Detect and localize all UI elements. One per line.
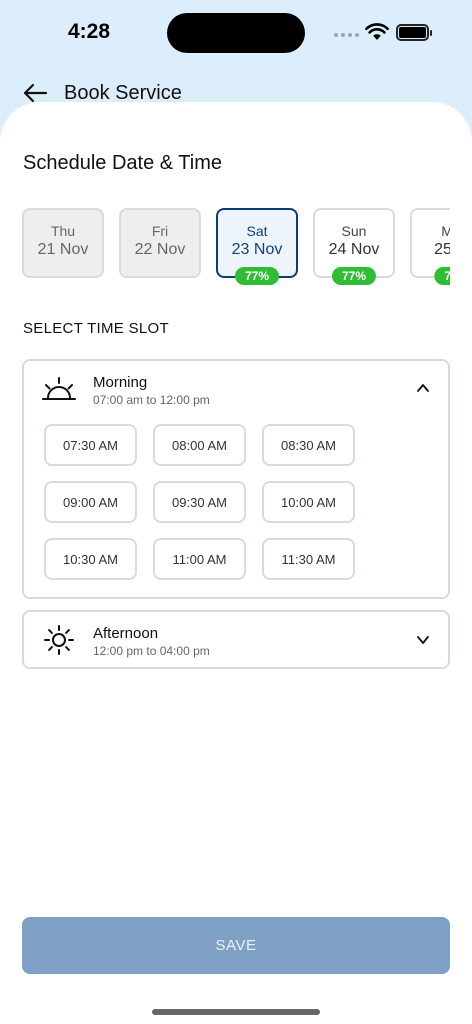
- date-card[interactable]: Thu 21 Nov: [22, 208, 104, 278]
- time-slot[interactable]: 10:00 AM: [262, 481, 355, 523]
- time-slot[interactable]: 11:00 AM: [153, 538, 246, 580]
- date-day: Sat: [246, 223, 268, 239]
- chevron-down-icon[interactable]: [416, 633, 430, 647]
- home-indicator: [152, 1009, 320, 1015]
- dynamic-island: [167, 13, 305, 53]
- date-picker[interactable]: Thu 21 Nov Fri 22 Nov Sat 23 Nov 77% Sun…: [22, 208, 450, 288]
- morning-title: Morning: [93, 374, 148, 391]
- wifi-icon: [365, 23, 389, 40]
- afternoon-title: Afternoon: [93, 625, 159, 642]
- date-day: Fri: [151, 223, 169, 239]
- schedule-title: Schedule Date & Time: [23, 152, 222, 174]
- time-slot[interactable]: 07:30 AM: [44, 424, 137, 466]
- time-slot[interactable]: 10:30 AM: [44, 538, 137, 580]
- availability-badge: 77: [434, 267, 450, 285]
- availability-badge: 77%: [234, 267, 280, 285]
- date-date: 23 Nov: [231, 241, 283, 258]
- date-card[interactable]: Mo 25 N 77: [410, 208, 450, 285]
- morning-range: 07:00 am to 12:00 pm: [93, 393, 210, 407]
- chevron-up-icon[interactable]: [416, 381, 430, 395]
- afternoon-header[interactable]: Afternoon 12:00 pm to 04:00 pm: [24, 612, 448, 668]
- date-card[interactable]: Fri 22 Nov: [119, 208, 201, 278]
- date-day: Mo: [441, 223, 450, 239]
- battery-icon: [396, 24, 432, 41]
- date-date: 21 Nov: [37, 241, 89, 258]
- date-date: 24 Nov: [328, 241, 380, 258]
- time-slot[interactable]: 08:30 AM: [262, 424, 355, 466]
- date-day: Sun: [341, 223, 367, 239]
- date-date: 25 N: [434, 241, 450, 258]
- morning-panel: Morning 07:00 am to 12:00 pm 07:30 AM 08…: [22, 359, 450, 599]
- date-date: 22 Nov: [134, 241, 186, 258]
- afternoon-panel[interactable]: Afternoon 12:00 pm to 04:00 pm: [22, 610, 450, 669]
- time-slot[interactable]: 11:30 AM: [262, 538, 355, 580]
- time-slot-label: SELECT TIME SLOT: [23, 320, 169, 337]
- status-time: 4:28: [68, 20, 111, 43]
- availability-badge: 77%: [331, 267, 377, 285]
- status-bar: 4:28: [0, 0, 472, 64]
- cellular-signal-icon: [334, 33, 359, 37]
- date-day: Thu: [50, 223, 76, 239]
- time-slot[interactable]: 09:00 AM: [44, 481, 137, 523]
- time-slot[interactable]: 08:00 AM: [153, 424, 246, 466]
- time-slot[interactable]: 09:30 AM: [153, 481, 246, 523]
- morning-slots: 07:30 AM 08:00 AM 08:30 AM 09:00 AM 09:3…: [44, 424, 355, 580]
- date-card-selected[interactable]: Sat 23 Nov 77%: [216, 208, 298, 285]
- morning-header[interactable]: Morning 07:00 am to 12:00 pm: [24, 361, 448, 417]
- afternoon-range: 12:00 pm to 04:00 pm: [93, 644, 210, 658]
- sun-icon: [44, 625, 74, 655]
- date-card[interactable]: Sun 24 Nov 77%: [313, 208, 395, 285]
- sunrise-icon: [42, 377, 76, 400]
- save-button[interactable]: SAVE: [22, 917, 450, 974]
